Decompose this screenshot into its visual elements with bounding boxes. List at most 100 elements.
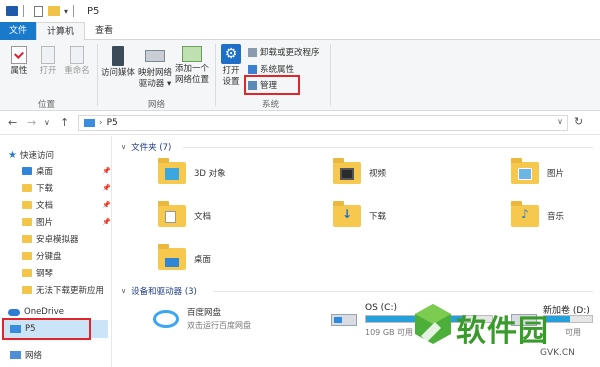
ribbon-tabs: 文件 计算机 查看: [0, 22, 600, 41]
videos-folder-icon: [333, 158, 361, 184]
settings-gear-icon: ⚙: [221, 44, 241, 64]
drive-c-label: OS (C:): [365, 303, 397, 313]
uninstall-programs-button[interactable]: 卸载或更改程序: [248, 46, 320, 58]
properties-button[interactable]: 属性: [6, 46, 32, 77]
folder-item-3d-objects[interactable]: 3D 对象: [158, 158, 226, 184]
divider: [97, 44, 98, 106]
network-location-icon: [182, 46, 202, 62]
sidebar-label: 快速访问: [19, 151, 54, 161]
address-bar[interactable]: › P5 ∨: [78, 115, 568, 131]
tab-computer[interactable]: 计算机: [36, 22, 86, 41]
uninstall-icon: [248, 47, 257, 57]
sidebar-item-network[interactable]: 网络: [10, 348, 42, 362]
folder-label: 音乐: [547, 212, 565, 222]
rename-button[interactable]: 重命名: [62, 46, 92, 77]
folder-label: 下载: [369, 212, 387, 222]
rename-label: 重命名: [64, 66, 90, 76]
sidebar-item-documents[interactable]: 文档: [22, 198, 53, 212]
address-dropdown-icon[interactable]: ∨: [557, 117, 563, 126]
sidebar-label: 图片: [36, 218, 54, 228]
quick-access-dropdown-icon[interactable]: ▾: [64, 7, 68, 16]
sidebar-label: 钢琴: [36, 269, 54, 279]
gvk-watermark-logo: [415, 304, 451, 344]
pin-icon[interactable]: 📌: [102, 167, 111, 175]
sidebar-item-folder[interactable]: 安卓模拟器: [22, 232, 79, 246]
folders-section-header[interactable]: ∨ 文件夹 (7): [121, 141, 171, 153]
media-server-icon: [112, 46, 124, 66]
open-settings-label-2: 设置: [222, 77, 240, 87]
sidebar-item-pictures[interactable]: 图片: [22, 215, 53, 229]
drive-c-free-space: 109 GB 可用: [365, 328, 414, 337]
drive-d-free-space: 可用: [565, 328, 581, 337]
properties-qa-icon[interactable]: [34, 5, 43, 17]
sidebar-item-onedrive[interactable]: OneDrive: [8, 305, 64, 319]
network-drive-icon: [145, 50, 165, 62]
folder-item-desktop[interactable]: 桌面: [158, 244, 211, 270]
title-bar: ▾ P5: [0, 0, 600, 22]
drive-c-icon[interactable]: [331, 314, 357, 326]
recent-locations-dropdown[interactable]: ∨: [44, 118, 50, 127]
folder-label: 图片: [547, 169, 565, 179]
music-folder-icon: ♪: [511, 201, 539, 227]
folder-item-pictures[interactable]: 图片: [511, 158, 565, 184]
address-row: ← → ∨ ↑ › P5 ∨ ↻: [0, 111, 600, 135]
refresh-button[interactable]: ↻: [574, 115, 583, 128]
devices-section-header[interactable]: ∨ 设备和驱动器 (3): [121, 285, 197, 297]
sidebar-item-folder[interactable]: 钢琴: [22, 266, 53, 280]
new-folder-qa-icon[interactable]: [48, 6, 60, 16]
properties-label: 属性: [10, 66, 28, 76]
open-settings-button[interactable]: ⚙ 打开 设置: [218, 44, 244, 88]
divider: [73, 5, 75, 17]
map-drive-button[interactable]: 映射网络 驱动器 ▾: [136, 46, 174, 90]
this-pc-highlight-box: [2, 318, 91, 340]
divider: [213, 291, 593, 292]
folder-icon: [22, 235, 32, 243]
pc-icon: [84, 119, 95, 127]
sidebar-item-folder[interactable]: 分键盘: [22, 249, 62, 263]
up-button[interactable]: ↑: [60, 116, 69, 129]
folder-item-videos[interactable]: 视频: [333, 158, 386, 184]
folder-item-music[interactable]: ♪ 音乐: [511, 201, 565, 227]
pin-icon[interactable]: 📌: [102, 184, 111, 192]
navigation-pane: ★ 快速访问 桌面 📌 下载 📌 文档 📌 图片 📌 安卓模拟器 分键盘 钢琴 …: [0, 136, 112, 367]
sidebar-item-quick-access[interactable]: ★ 快速访问: [8, 148, 54, 162]
sidebar-item-desktop[interactable]: 桌面: [22, 164, 53, 178]
group-label-system: 系统: [262, 100, 280, 110]
access-media-button[interactable]: 访问媒体: [100, 46, 136, 79]
folder-item-documents[interactable]: 文档: [158, 201, 211, 227]
path-separator: ›: [99, 118, 103, 128]
system-properties-icon: [248, 64, 257, 74]
watermark-subtext: GVK.CN: [540, 348, 575, 358]
tab-file[interactable]: 文件: [0, 22, 36, 40]
system-properties-button[interactable]: 系统属性: [248, 63, 294, 75]
sidebar-item-downloads[interactable]: 下载: [22, 181, 53, 195]
add-location-label-1: 添加一个: [174, 64, 209, 74]
drive-d-usage-bar: [543, 315, 593, 323]
folder-icon: [22, 269, 32, 277]
sidebar-label: 无法下载更新应用: [36, 286, 105, 296]
baidu-name: 百度网盘: [187, 308, 222, 318]
back-button[interactable]: ←: [8, 116, 17, 129]
pictures-folder-icon: [511, 158, 539, 184]
uninstall-label: 卸载或更改程序: [260, 48, 320, 58]
pin-icon[interactable]: 📌: [102, 218, 111, 226]
sidebar-item-folder[interactable]: 无法下载更新应用: [22, 283, 104, 297]
device-item-baidu[interactable]: 百度网盘 双击运行百度网盘: [153, 306, 251, 331]
sidebar-label: 桌面: [36, 167, 54, 177]
add-network-location-button[interactable]: 添加一个 网络位置: [172, 46, 212, 86]
open-button[interactable]: 打开: [36, 46, 60, 77]
tab-view[interactable]: 查看: [85, 22, 123, 40]
folder-item-downloads[interactable]: ↓ 下载: [333, 201, 387, 227]
chevron-down-icon: ∨: [121, 287, 127, 295]
baidu-netdisk-icon: [153, 309, 179, 328]
divider: [183, 147, 593, 148]
group-label-network: 网络: [148, 100, 166, 110]
open-label: 打开: [39, 66, 57, 76]
manage-highlight-box: [244, 75, 300, 95]
pin-icon[interactable]: 📌: [102, 201, 111, 209]
forward-button[interactable]: →: [27, 116, 36, 129]
map-drive-label-1: 映射网络: [137, 68, 172, 78]
rename-icon: [70, 46, 84, 64]
windows-logo-icon: [334, 317, 342, 323]
downloads-folder-icon: ↓: [333, 201, 361, 227]
